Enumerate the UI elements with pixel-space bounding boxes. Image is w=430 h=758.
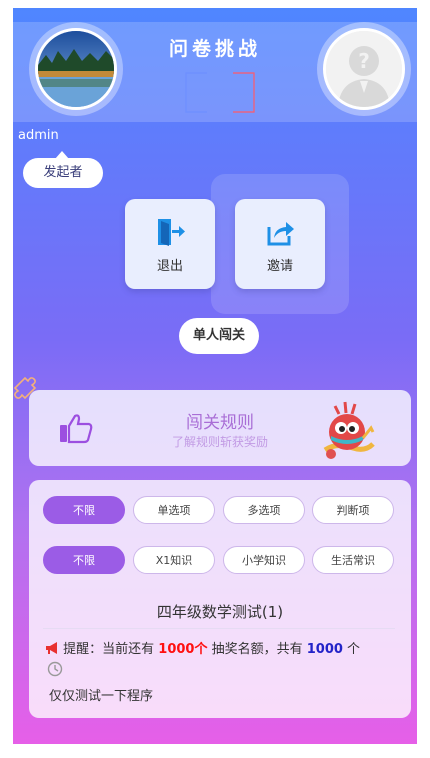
single-mode-button[interactable]: 单人闯关	[179, 318, 259, 354]
quiz-filter-panel: 不限 单选项 多选项 判断项 不限 X1知识 小学知识 生活常识 四年级数学测试…	[29, 480, 411, 718]
category-filter-any[interactable]: 不限	[43, 546, 125, 574]
type-filter-single[interactable]: 单选项	[133, 496, 215, 524]
remaining-count: 1000个	[158, 642, 208, 657]
exit-label: 退出	[156, 259, 183, 274]
reminder-suffix: 个	[342, 642, 361, 657]
total-count: 1000	[306, 642, 343, 657]
category-filter-x1[interactable]: X1知识	[133, 546, 215, 574]
app-screen: ? 问卷挑战 admin 发起者 退出 邀请 单人闯关 闯关规则 了解规则斩获奖…	[13, 8, 417, 744]
exit-icon	[158, 219, 185, 246]
invite-button[interactable]: 邀请	[235, 199, 325, 289]
user-name: admin	[18, 128, 59, 143]
rules-banner[interactable]: 闯关规则 了解规则斩获奖励	[29, 390, 411, 466]
type-filter-judge[interactable]: 判断项	[312, 496, 394, 524]
reminder-middle: 抽奖名额，共有	[207, 642, 307, 657]
reminder-line: 提醒：当前还有 1000个 抽奖名额，共有 1000 个	[45, 638, 401, 657]
exit-button[interactable]: 退出	[125, 199, 215, 289]
share-icon	[267, 222, 294, 246]
reminder-prefix: 提醒：当前还有	[63, 642, 159, 657]
invite-label: 邀请	[266, 259, 293, 274]
quiz-description: 仅仅测试一下程序	[49, 689, 154, 704]
divider	[43, 628, 395, 629]
role-badge: 发起者	[23, 151, 103, 188]
page-title: 问卷挑战	[168, 38, 261, 60]
type-filter-any[interactable]: 不限	[43, 496, 125, 524]
quiz-title[interactable]: 四年级数学测试(1)	[29, 601, 411, 622]
mascot-bird-icon	[323, 401, 375, 459]
category-filter-primary[interactable]: 小学知识	[223, 546, 305, 574]
vs-bracket-icon	[185, 72, 255, 113]
clock-icon	[47, 661, 63, 677]
category-filter-life[interactable]: 生活常识	[312, 546, 394, 574]
megaphone-icon	[46, 642, 57, 654]
type-filter-multiple[interactable]: 多选项	[223, 496, 305, 524]
